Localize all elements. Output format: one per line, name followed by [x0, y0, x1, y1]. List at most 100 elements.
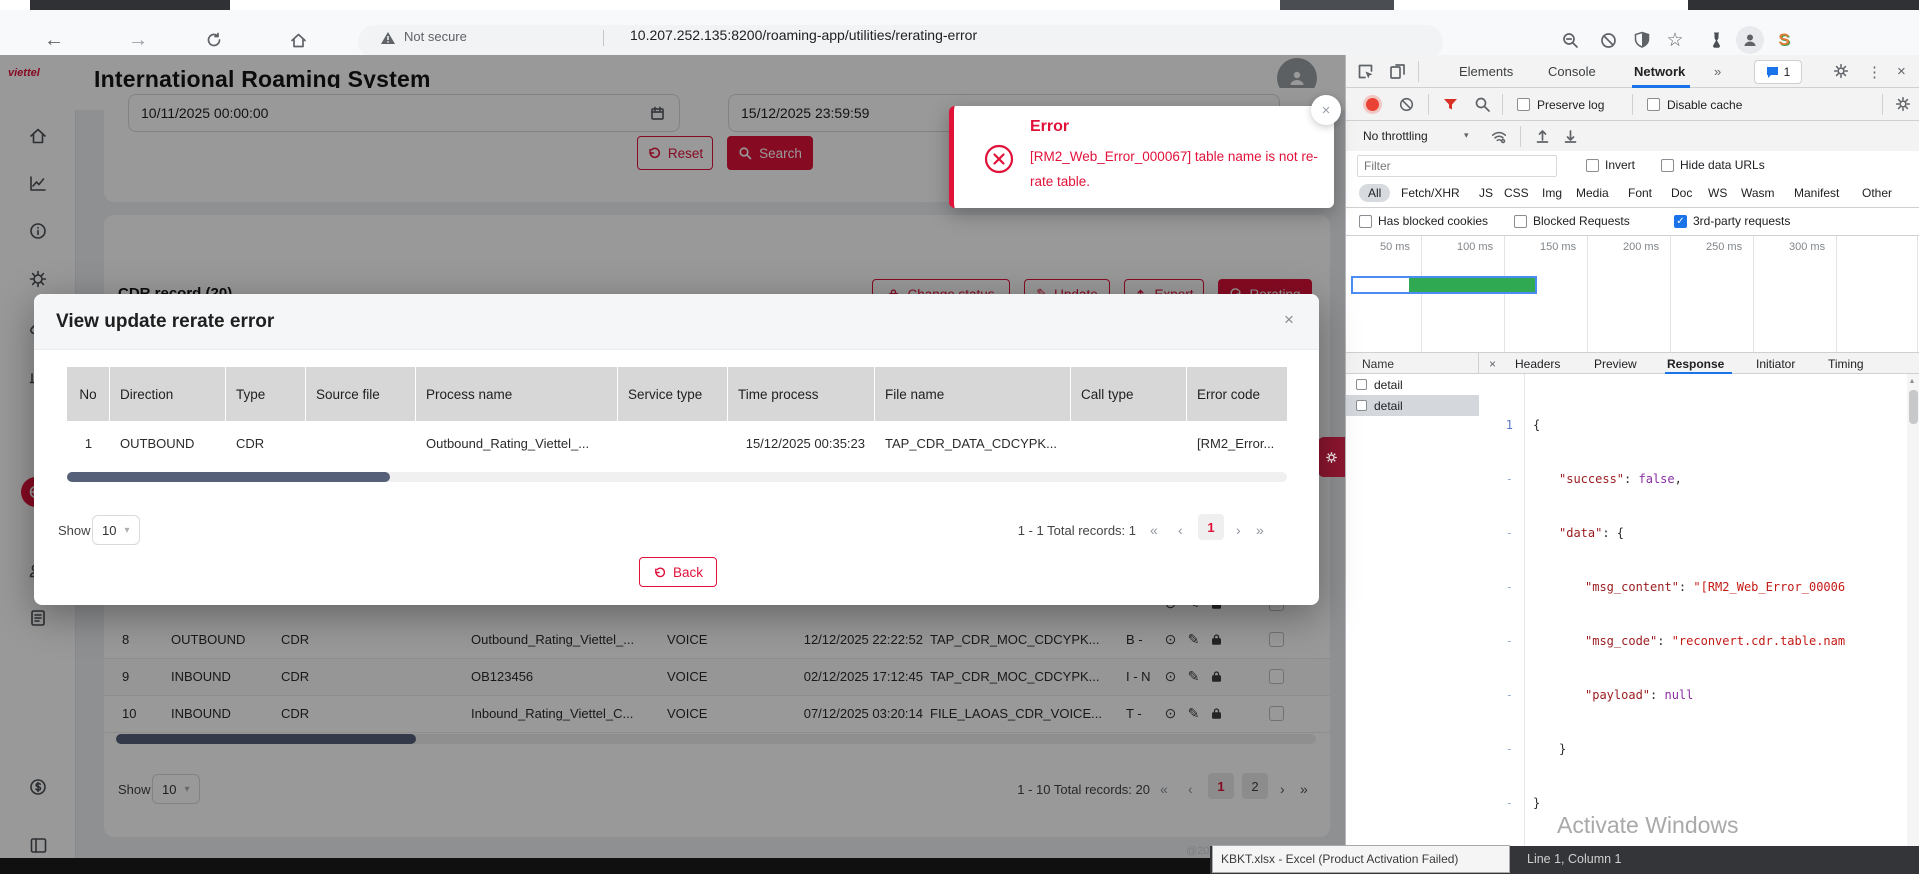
- modal-page-size-select[interactable]: 10 ▾: [92, 515, 140, 545]
- invert-checkbox[interactable]: [1586, 159, 1599, 172]
- filter-all[interactable]: All: [1359, 184, 1390, 202]
- request-row[interactable]: detail: [1346, 374, 1479, 395]
- extension-s-logo[interactable]: S: [1770, 26, 1798, 54]
- col-time-process: Time process: [728, 367, 875, 421]
- clear-button[interactable]: [1398, 96, 1415, 116]
- response-vscrollbar[interactable]: ▴ ▾: [1907, 374, 1919, 874]
- devtools-tabbar: Elements Console Network » 1 ⋮ ×: [1346, 55, 1919, 88]
- modal-prev-page-button[interactable]: ‹: [1178, 522, 1183, 538]
- has-blocked-cookies-checkbox[interactable]: [1359, 215, 1372, 228]
- modal-close-button[interactable]: ×: [1284, 310, 1294, 330]
- vscrollbar-thumb[interactable]: [1909, 390, 1918, 424]
- security-label[interactable]: Not secure: [404, 29, 467, 44]
- tab-initiator[interactable]: Initiator: [1756, 357, 1795, 371]
- modal-table: No Direction Type Source file Process na…: [67, 367, 1287, 465]
- devtools-menu-button[interactable]: ⋮: [1867, 63, 1882, 81]
- bookmark-star-button[interactable]: ☆: [1661, 26, 1689, 54]
- disable-cache-label[interactable]: Disable cache: [1667, 98, 1742, 112]
- record-button[interactable]: [1366, 98, 1379, 111]
- tab-response-active[interactable]: Response: [1667, 357, 1724, 371]
- filter-media[interactable]: Media: [1576, 186, 1609, 200]
- close-detail-button[interactable]: ×: [1489, 357, 1496, 371]
- filter-js[interactable]: JS: [1479, 186, 1493, 200]
- filter-doc[interactable]: Doc: [1671, 186, 1692, 200]
- filter-input[interactable]: [1357, 155, 1557, 177]
- home-button[interactable]: [284, 26, 312, 54]
- network-settings-button[interactable]: [1894, 95, 1912, 116]
- filter-manifest[interactable]: Manifest: [1794, 186, 1839, 200]
- filter-fetch-xhr[interactable]: Fetch/XHR: [1401, 186, 1460, 200]
- modal-table-row[interactable]: 1 OUTBOUND CDR Outbound_Rating_Viettel_.…: [67, 421, 1287, 465]
- name-column-header[interactable]: Name: [1362, 357, 1394, 371]
- shield-button[interactable]: [1628, 26, 1656, 54]
- preserve-log-label[interactable]: Preserve log: [1537, 98, 1604, 112]
- request-checkbox[interactable]: [1356, 379, 1367, 390]
- search-button[interactable]: [1474, 96, 1491, 116]
- issues-badge[interactable]: 1: [1754, 60, 1802, 84]
- scroll-up-arrow[interactable]: ▴: [1910, 376, 1914, 385]
- floating-settings-button[interactable]: [1318, 437, 1345, 477]
- url-text[interactable]: 10.207.252.135:8200/roaming-app/utilitie…: [630, 27, 977, 43]
- filter-font[interactable]: Font: [1628, 186, 1652, 200]
- modal-hscrollbar-track[interactable]: [67, 472, 1287, 482]
- request-row-selected[interactable]: detail: [1346, 395, 1479, 416]
- preserve-log-checkbox[interactable]: [1517, 98, 1530, 111]
- modal-hscrollbar-thumb[interactable]: [67, 472, 390, 482]
- filter-css[interactable]: CSS: [1504, 186, 1529, 200]
- invert-label[interactable]: Invert: [1605, 158, 1635, 172]
- col-process-name: Process name: [416, 367, 618, 421]
- divider: [1418, 61, 1419, 82]
- cell-source-file: [306, 421, 416, 465]
- extension-flask-button[interactable]: [1702, 26, 1730, 54]
- back-button[interactable]: Back: [639, 557, 717, 587]
- filter-other[interactable]: Other: [1862, 186, 1892, 200]
- zoom-out-button[interactable]: [1556, 26, 1584, 54]
- gutter-fold: -: [1479, 578, 1513, 596]
- modal-page-1-button[interactable]: 1: [1198, 514, 1224, 540]
- throttling-select[interactable]: No throttling: [1363, 129, 1428, 143]
- more-tabs-button[interactable]: »: [1714, 64, 1721, 79]
- hide-data-urls-label[interactable]: Hide data URLs: [1680, 158, 1765, 172]
- gutter-fold: -: [1479, 470, 1513, 488]
- tab-preview[interactable]: Preview: [1594, 357, 1637, 371]
- devtools-close-button[interactable]: ×: [1897, 63, 1906, 80]
- network-conditions-button[interactable]: [1490, 128, 1508, 149]
- device-toolbar-button[interactable]: [1388, 62, 1407, 84]
- error-circle-x-icon: [984, 144, 1014, 174]
- toast-close-button[interactable]: ×: [1311, 95, 1341, 125]
- request-checkbox[interactable]: [1356, 400, 1367, 411]
- overview-selection[interactable]: [1351, 276, 1537, 294]
- inspect-element-button[interactable]: [1356, 62, 1375, 84]
- forward-button[interactable]: →: [124, 26, 152, 54]
- filter-img[interactable]: Img: [1542, 186, 1562, 200]
- tab-timing[interactable]: Timing: [1828, 357, 1864, 371]
- browser-profile-button[interactable]: [1736, 26, 1764, 54]
- third-party-requests-checkbox[interactable]: ✓: [1674, 215, 1687, 228]
- modal-first-page-button[interactable]: «: [1150, 522, 1158, 538]
- blocked-requests-label[interactable]: Blocked Requests: [1533, 214, 1630, 228]
- modal-last-page-button[interactable]: »: [1256, 522, 1264, 538]
- back-button[interactable]: ←: [40, 26, 68, 54]
- blocked-requests-checkbox[interactable]: [1514, 215, 1527, 228]
- devtools-settings-button[interactable]: [1832, 62, 1850, 83]
- import-har-button[interactable]: [1534, 127, 1551, 147]
- json-token: :: [1624, 472, 1638, 486]
- hide-data-urls-checkbox[interactable]: [1661, 159, 1674, 172]
- address-divider: [603, 30, 604, 46]
- response-json[interactable]: { "success": false, "data": { "msg_conte…: [1533, 380, 1903, 848]
- tab-console[interactable]: Console: [1548, 64, 1596, 79]
- tab-elements[interactable]: Elements: [1459, 64, 1513, 79]
- modal-next-page-button[interactable]: ›: [1236, 522, 1241, 538]
- filter-ws[interactable]: WS: [1708, 186, 1727, 200]
- filter-wasm[interactable]: Wasm: [1741, 186, 1775, 200]
- third-party-requests-label[interactable]: 3rd-party requests: [1693, 214, 1790, 228]
- filter-toggle-button[interactable]: [1442, 96, 1459, 116]
- tab-headers[interactable]: Headers: [1515, 357, 1560, 371]
- tab-network-active[interactable]: Network: [1634, 64, 1685, 79]
- json-token: ,: [1675, 472, 1682, 486]
- export-har-button[interactable]: [1562, 127, 1579, 147]
- has-blocked-cookies-label[interactable]: Has blocked cookies: [1378, 214, 1488, 228]
- disable-cache-checkbox[interactable]: [1647, 98, 1660, 111]
- refresh-button[interactable]: [200, 26, 228, 54]
- blocked-content-button[interactable]: [1594, 26, 1622, 54]
